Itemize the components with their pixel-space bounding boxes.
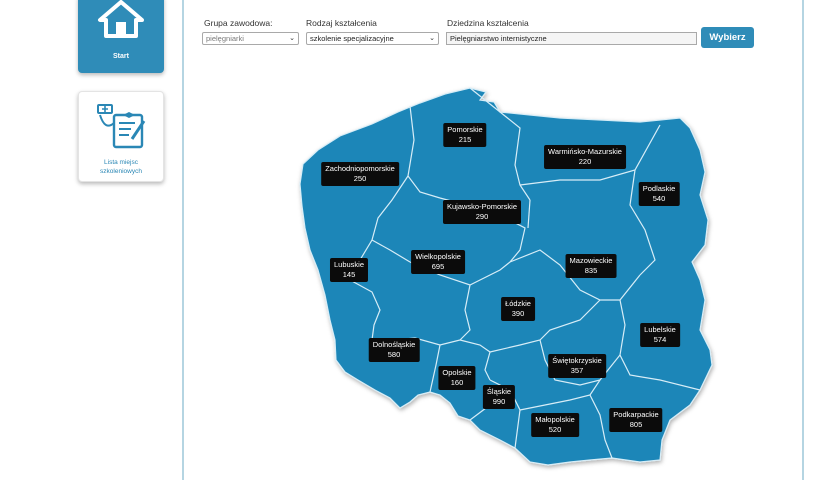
region-name: Kujawsko-Pomorskie [446,202,518,211]
region-kujawsko-pomorskie[interactable]: Kujawsko-Pomorskie 290 [442,200,522,224]
page: Start Lista miejsc szkoleniowych Grupa z… [0,0,840,480]
region-count: 357 [570,366,584,375]
region-count: 695 [431,262,445,271]
region-opolskie[interactable]: Opolskie 160 [438,366,476,390]
region-name: Małopolskie [535,415,575,424]
region-count: 145 [342,270,356,279]
region-count: 250 [353,174,367,183]
region-count: 220 [578,157,592,166]
region-swietokrzyskie[interactable]: Świętokrzyskie 357 [548,354,606,378]
region-podlaskie[interactable]: Podlaskie 540 [638,182,680,206]
region-count: 805 [629,420,643,429]
region-count: 580 [387,350,401,359]
region-count: 215 [458,135,472,144]
region-lodzkie[interactable]: Łódzkie 390 [501,297,535,321]
region-zachodniopomorskie[interactable]: Zachodniopomorskie 250 [321,162,399,186]
region-name: Zachodniopomorskie [325,164,395,173]
region-name: Łódzkie [505,299,531,308]
region-warminsko-mazurskie[interactable]: Warmińsko-Mazurskie 220 [544,145,626,169]
region-count: 540 [652,194,666,203]
region-count: 574 [653,335,667,344]
region-dolnoslaskie[interactable]: Dolnośląskie 580 [368,338,420,362]
region-name: Opolskie [442,368,472,377]
region-count: 390 [511,309,525,318]
region-name: Lubuskie [333,260,365,269]
region-name: Lubelskie [644,325,676,334]
region-name: Śląskie [486,387,512,396]
region-name: Mazowieckie [569,256,613,265]
region-mazowieckie[interactable]: Mazowieckie 835 [565,254,617,278]
region-podkarpackie[interactable]: Podkarpackie 805 [609,408,663,432]
region-pomorskie[interactable]: Pomorskie 215 [443,123,487,147]
region-name: Podkarpackie [613,410,659,419]
region-lubuskie[interactable]: Lubuskie 145 [329,258,369,282]
region-count: 160 [450,378,464,387]
region-malopolskie[interactable]: Małopolskie 520 [531,413,579,437]
region-name: Dolnośląskie [372,340,416,349]
region-count: 835 [584,266,598,275]
region-count: 290 [475,212,489,221]
region-name: Świętokrzyskie [552,356,602,365]
region-wielkopolskie[interactable]: Wielkopolskie 695 [411,250,465,274]
region-count: 520 [548,425,562,434]
region-name: Warmińsko-Mazurskie [548,147,622,156]
region-lubelskie[interactable]: Lubelskie 574 [640,323,680,347]
region-name: Podlaskie [642,184,676,193]
region-name: Wielkopolskie [415,252,461,261]
region-slaskie[interactable]: Śląskie 990 [482,385,516,409]
region-name: Pomorskie [447,125,483,134]
poland-map [299,87,713,466]
region-count: 990 [492,397,506,406]
